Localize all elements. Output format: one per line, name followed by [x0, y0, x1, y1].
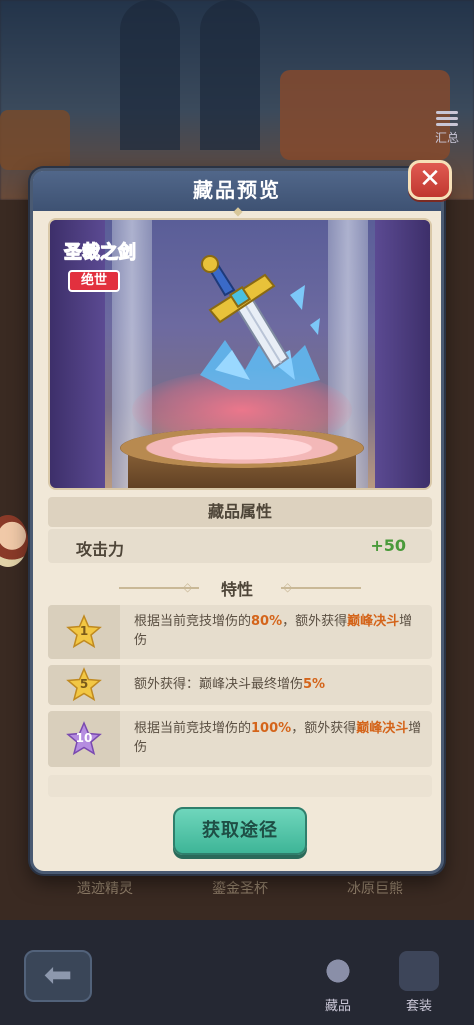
- trait-text: 根据当前竞技增伤的80%，额外获得巅峰决斗增伤: [134, 614, 413, 648]
- trait-row: 1 根据当前竞技增伤的80%，额外获得巅峰决斗增伤: [48, 605, 432, 659]
- trait-row: 10 根据当前竞技增伤的100%，额外获得巅峰决斗增伤: [48, 711, 432, 767]
- divider: [281, 587, 361, 589]
- obtain-button[interactable]: 获取途径: [173, 807, 307, 855]
- star-icon: 10: [66, 721, 102, 757]
- trait-level: 1: [79, 624, 89, 638]
- window-arch: [120, 0, 180, 150]
- attribute-label: 攻击力: [76, 540, 125, 559]
- sword-icon: [200, 255, 320, 390]
- rarity-badge: 绝世: [68, 270, 120, 292]
- treasure-chest: [0, 110, 70, 170]
- trait-row-partial: [48, 775, 432, 797]
- shelf-label: 遗迹精灵: [77, 881, 133, 897]
- ornament-icon: ◆: [233, 204, 243, 218]
- curtain-right: [375, 220, 430, 488]
- trait-level: 5: [79, 677, 89, 691]
- collection-icon: [318, 951, 358, 991]
- attributes-header: 藏品属性: [48, 497, 432, 527]
- summary-button[interactable]: 汇总: [428, 108, 466, 152]
- window-arch: [200, 0, 260, 150]
- back-arrow-icon[interactable]: ⬅: [24, 950, 92, 1002]
- trait-text: 根据当前竞技增伤的100%，额外获得巅峰决斗增伤: [134, 721, 422, 755]
- attribute-value: +50: [370, 536, 406, 555]
- shelf-label: 鎏金圣杯: [212, 881, 268, 897]
- summary-label: 汇总: [434, 131, 459, 145]
- trait-row: 5 额外获得：巅峰决斗最终增伤5%: [48, 665, 432, 705]
- traits-header: 特性: [220, 580, 253, 599]
- nav-set[interactable]: 套装: [386, 945, 452, 1015]
- collection-preview-modal: 藏品预览 ◆ 圣裁之剑 绝世 藏品属性 攻击力 +50 ◇ 特性 1 根据当前竞…: [30, 168, 444, 874]
- nav-collection[interactable]: 藏品: [305, 945, 371, 1015]
- shelf-label: 冰原巨熊: [347, 881, 403, 897]
- star-icon: 5: [66, 667, 102, 703]
- close-icon[interactable]: ✕: [408, 160, 452, 200]
- nav-label: 套装: [405, 999, 432, 1014]
- pedestal: [120, 428, 364, 468]
- shelf-labels: 遗迹精灵 鎏金圣杯 冰原巨熊: [40, 878, 440, 908]
- trait-text: 额外获得：巅峰决斗最终增伤5%: [134, 677, 326, 692]
- trait-level: 10: [75, 731, 93, 745]
- book-icon: [399, 951, 439, 991]
- item-showcase: 圣裁之剑 绝世: [48, 218, 432, 490]
- list-icon: [436, 111, 458, 126]
- attribute-row: 攻击力 +50: [48, 529, 432, 563]
- traits-header-row: ◇ 特性 ◇: [33, 576, 441, 600]
- nav-label: 藏品: [324, 999, 351, 1014]
- item-name: 圣裁之剑: [64, 242, 137, 264]
- desk-decor: [280, 70, 450, 160]
- star-icon: 1: [66, 614, 102, 650]
- diamond-icon: ◇: [183, 580, 193, 594]
